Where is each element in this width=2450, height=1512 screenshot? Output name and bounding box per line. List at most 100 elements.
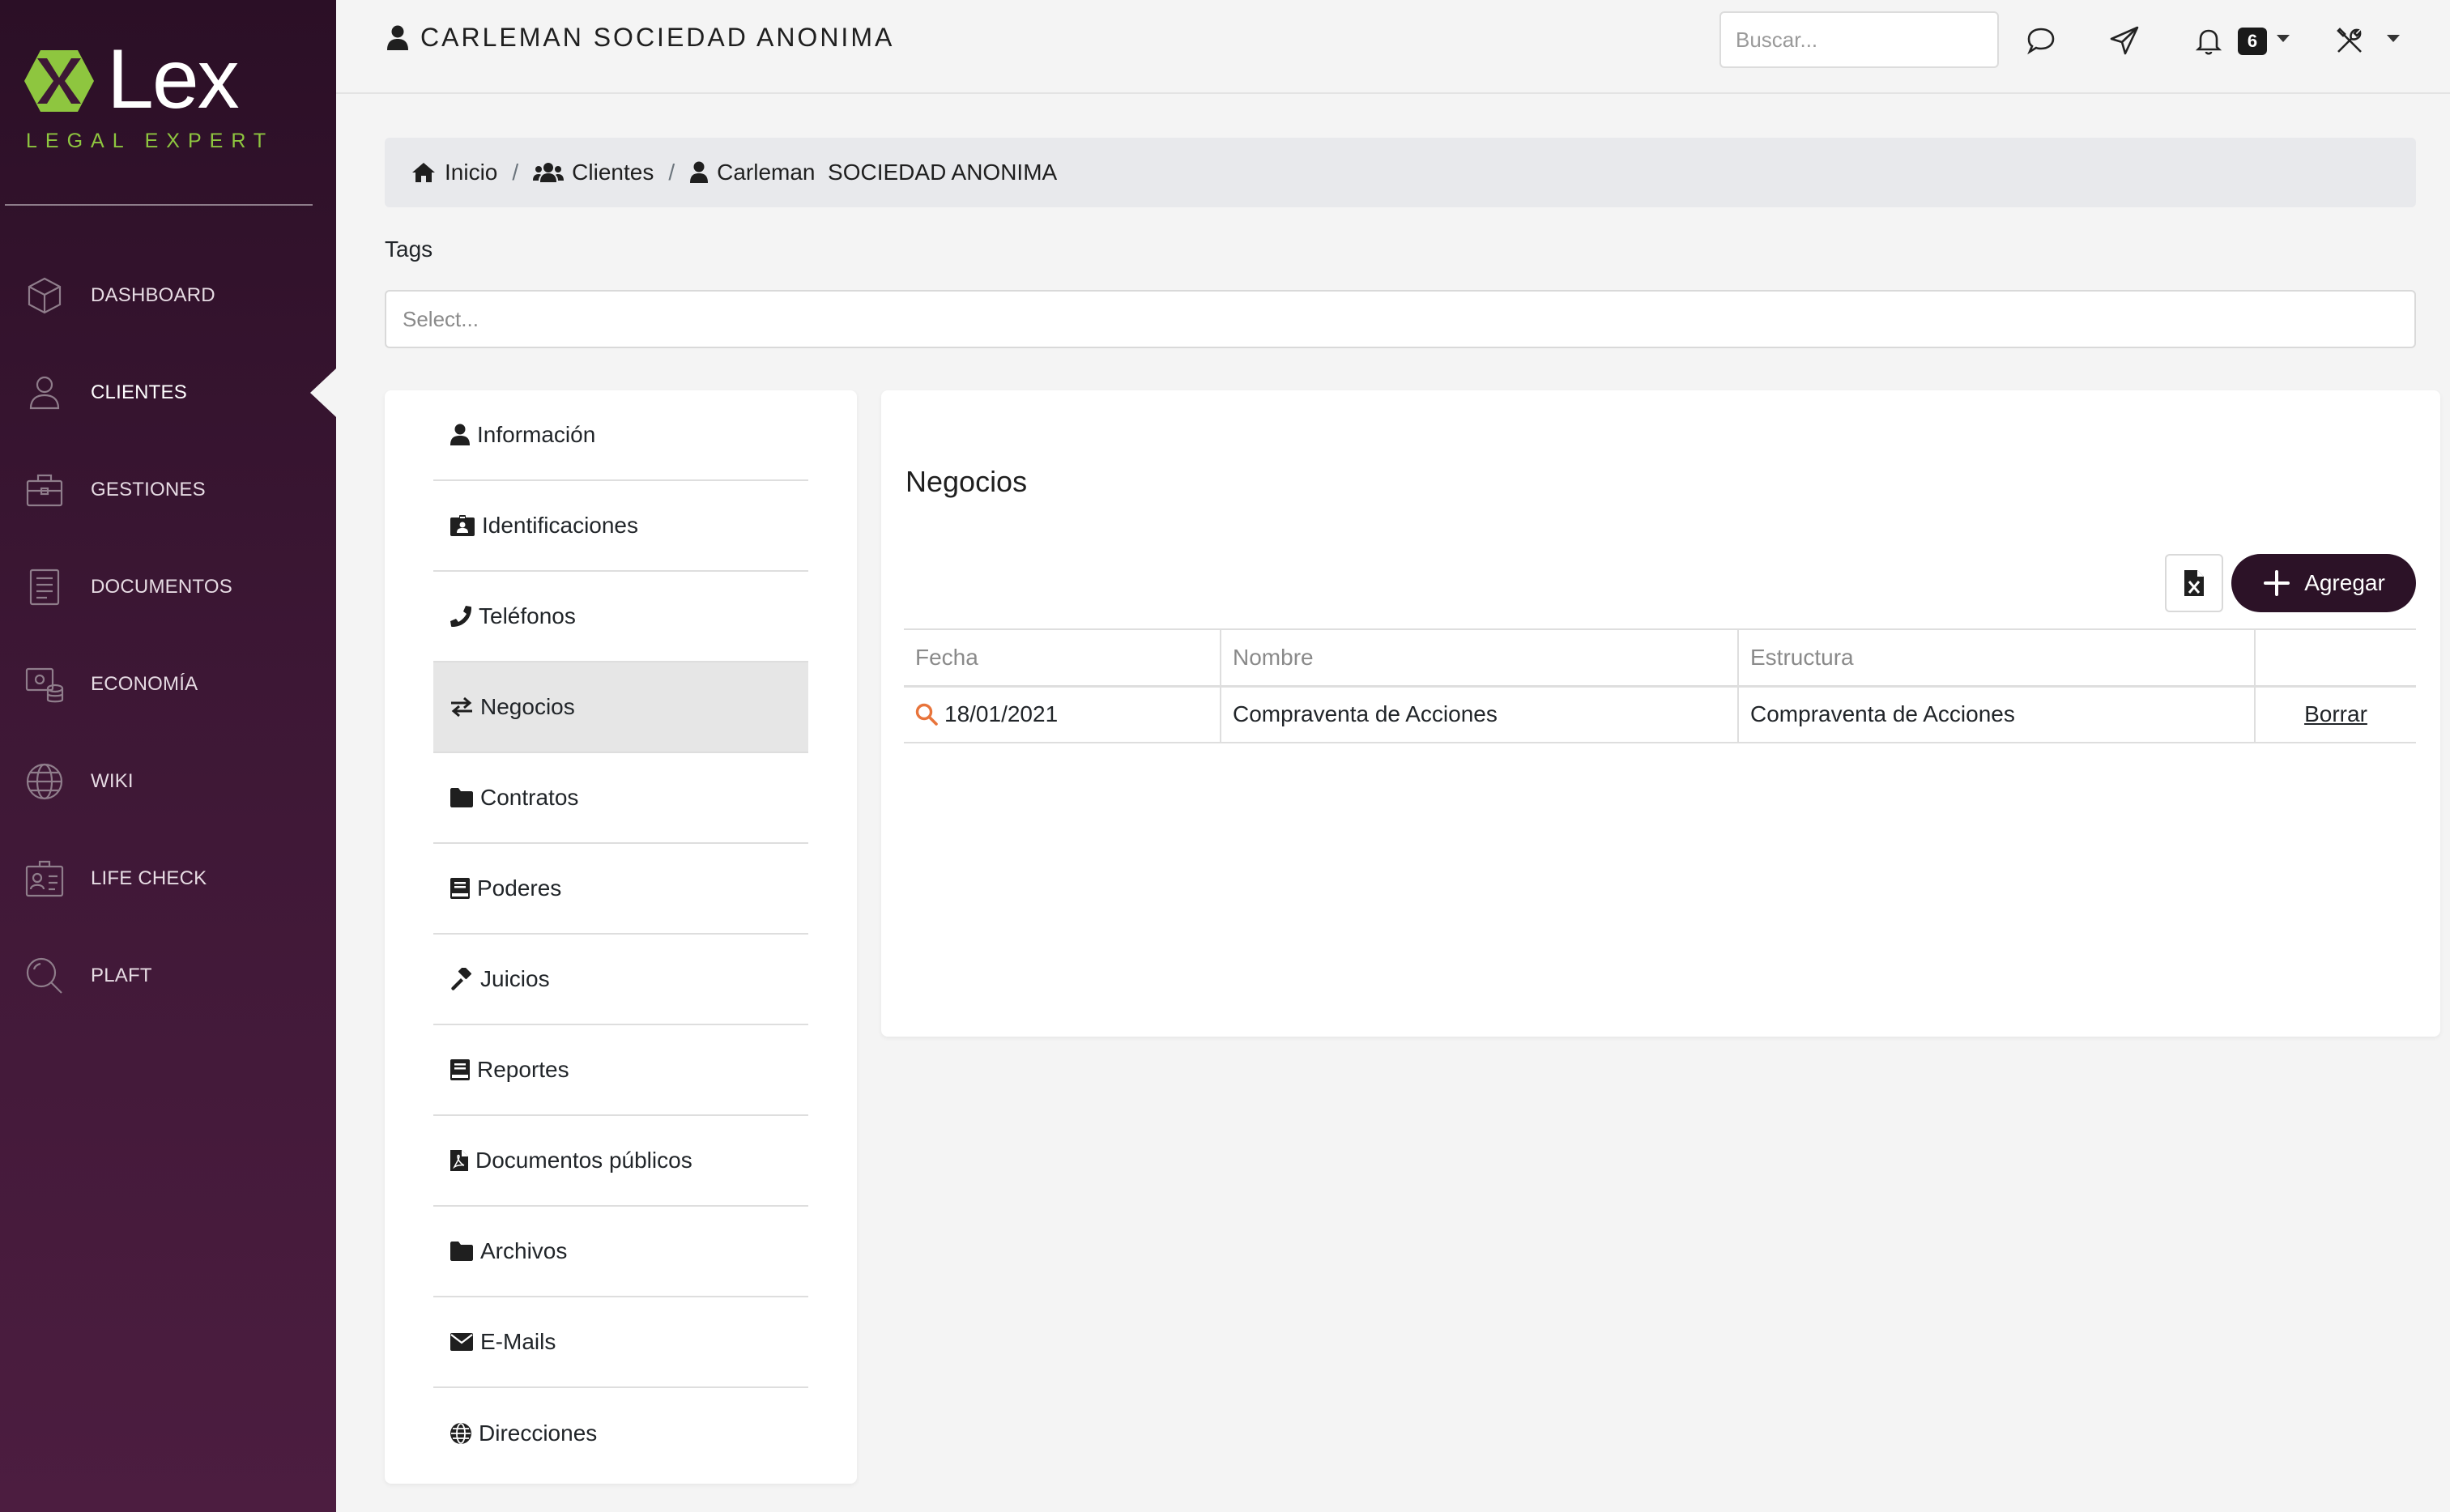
sidebar-item-gestiones[interactable]: GESTIONES — [0, 441, 336, 539]
page-title: CARLEMAN SOCIEDAD ANONIMA — [386, 23, 894, 53]
user-icon — [690, 161, 709, 183]
send-icon[interactable] — [2108, 24, 2141, 57]
sidebar-item-plaft[interactable]: PLAFT — [0, 927, 336, 1024]
breadcrumb-separator: / — [668, 160, 675, 185]
envelope-icon — [450, 1333, 473, 1351]
tab-label: Contratos — [480, 785, 579, 810]
search-icon[interactable] — [915, 703, 938, 726]
user-icon — [387, 25, 408, 50]
tab-e-mails[interactable]: E-Mails — [433, 1297, 808, 1388]
sidebar-item-label: DOCUMENTOS — [91, 576, 232, 598]
chevron-down-icon[interactable] — [2387, 35, 2400, 42]
sidebar-item-label: ECONOMÍA — [91, 673, 198, 695]
tab-identificaciones[interactable]: Identificaciones — [433, 481, 808, 572]
chat-icon[interactable] — [2025, 24, 2057, 57]
home-icon — [412, 163, 435, 182]
tab-telefonos[interactable]: Teléfonos — [433, 572, 808, 662]
column-header-actions — [2254, 628, 2416, 688]
magnifier-icon — [26, 957, 62, 994]
folder-icon — [450, 788, 473, 807]
delete-link[interactable]: Borrar — [2304, 701, 2367, 726]
negocios-card: Negocios Agregar Fecha Nombre Estructura — [881, 390, 2440, 1037]
user-icon — [450, 424, 470, 445]
folder-icon — [450, 1242, 473, 1261]
breadcrumb: Inicio / Clientes / Carleman SOCIEDAD AN… — [385, 138, 2416, 207]
cell-actions: Borrar — [2254, 685, 2416, 743]
exchange-icon — [451, 696, 472, 718]
add-button[interactable]: Agregar — [2231, 554, 2416, 612]
sidebar: Lex LEGAL EXPERT DASHBOARD CLIENTES GEST… — [0, 0, 336, 1512]
tab-archivos[interactable]: Archivos — [433, 1207, 808, 1297]
book-icon — [450, 878, 470, 899]
export-excel-button[interactable] — [2165, 554, 2223, 612]
user-icon — [29, 376, 60, 410]
pdf-file-icon — [450, 1150, 468, 1171]
column-header-estructura[interactable]: Estructura — [1737, 628, 2255, 688]
sidebar-item-label: GESTIONES — [91, 479, 206, 500]
tab-contratos[interactable]: Contratos — [433, 753, 808, 844]
fecha-value: 18/01/2021 — [944, 701, 1059, 727]
sidebar-item-documentos[interactable]: DOCUMENTOS — [0, 539, 336, 636]
plus-icon — [2264, 570, 2290, 596]
brand-logo[interactable]: Lex LEGAL EXPERT — [23, 37, 298, 160]
active-indicator — [310, 368, 336, 417]
tags-label: Tags — [385, 236, 433, 262]
cell-nombre: Compraventa de Acciones — [1220, 685, 1738, 743]
table-header-row: Fecha Nombre Estructura — [904, 628, 2416, 688]
tags-select[interactable]: Select... — [385, 290, 2416, 348]
breadcrumb-separator: / — [512, 160, 519, 185]
globe-icon — [26, 763, 63, 800]
tab-negocios[interactable]: Negocios — [433, 662, 808, 753]
client-tabs: Información Identificaciones Teléfonos N… — [433, 390, 808, 1479]
breadcrumb-home[interactable]: Inicio — [411, 160, 497, 185]
table-row: 18/01/2021 Compraventa de Acciones Compr… — [904, 685, 2416, 743]
sidebar-item-clientes[interactable]: CLIENTES — [0, 344, 336, 441]
tab-label: Documentos públicos — [475, 1148, 692, 1173]
brand-name: Lex — [107, 32, 240, 126]
tab-juicios[interactable]: Juicios — [433, 935, 808, 1025]
tools-icon[interactable] — [2333, 24, 2366, 57]
tab-informacion[interactable]: Información — [433, 390, 808, 481]
tab-poderes[interactable]: Poderes — [433, 844, 808, 935]
cell-estructura: Compraventa de Acciones — [1737, 685, 2255, 743]
tab-label: Información — [477, 422, 596, 447]
id-badge-icon — [450, 515, 475, 536]
users-icon — [533, 163, 565, 182]
sidebar-item-economia[interactable]: ECONOMÍA — [0, 636, 336, 733]
bell-icon[interactable] — [2192, 24, 2225, 57]
breadcrumb-clients[interactable]: Clientes — [533, 160, 654, 185]
sidebar-nav: DASHBOARD CLIENTES GESTIONES DOCUMENTOS — [0, 247, 336, 1024]
tab-label: Reportes — [477, 1057, 569, 1082]
cell-fecha: 18/01/2021 — [904, 685, 1221, 743]
sidebar-item-label: CLIENTES — [91, 381, 187, 403]
breadcrumb-current: Carleman SOCIEDAD ANONIMA — [689, 160, 1057, 185]
globe-icon — [450, 1423, 471, 1444]
add-button-label: Agregar — [2304, 570, 2385, 595]
cube-icon — [28, 277, 62, 314]
search-input[interactable] — [1719, 11, 1999, 68]
notification-badge: 6 — [2238, 28, 2267, 55]
tags-placeholder: Select... — [403, 306, 479, 331]
sidebar-item-dashboard[interactable]: DASHBOARD — [0, 247, 336, 344]
briefcase-icon — [26, 474, 63, 507]
tab-direcciones[interactable]: Direcciones — [433, 1388, 808, 1479]
sidebar-item-wiki[interactable]: WIKI — [0, 733, 336, 830]
tab-label: Direcciones — [479, 1420, 598, 1446]
excel-file-icon — [2184, 570, 2204, 596]
tab-label: Archivos — [480, 1238, 568, 1263]
logo-mark-icon — [24, 50, 94, 112]
sidebar-item-life-check[interactable]: LIFE CHECK — [0, 830, 336, 927]
tab-documentos-publicos[interactable]: Documentos públicos — [433, 1116, 808, 1207]
client-name: CARLEMAN SOCIEDAD ANONIMA — [420, 23, 895, 52]
breadcrumb-current-label: Carleman SOCIEDAD ANONIMA — [717, 160, 1058, 185]
id-card-icon — [25, 860, 64, 897]
sidebar-item-label: PLAFT — [91, 965, 152, 986]
book-icon — [450, 1059, 470, 1080]
tab-reportes[interactable]: Reportes — [433, 1025, 808, 1116]
sidebar-item-label: LIFE CHECK — [91, 867, 207, 889]
sidebar-divider — [5, 204, 313, 206]
chevron-down-icon[interactable] — [2277, 35, 2290, 42]
column-header-nombre[interactable]: Nombre — [1220, 628, 1738, 688]
column-header-fecha[interactable]: Fecha — [904, 628, 1221, 688]
phone-icon — [450, 606, 471, 627]
